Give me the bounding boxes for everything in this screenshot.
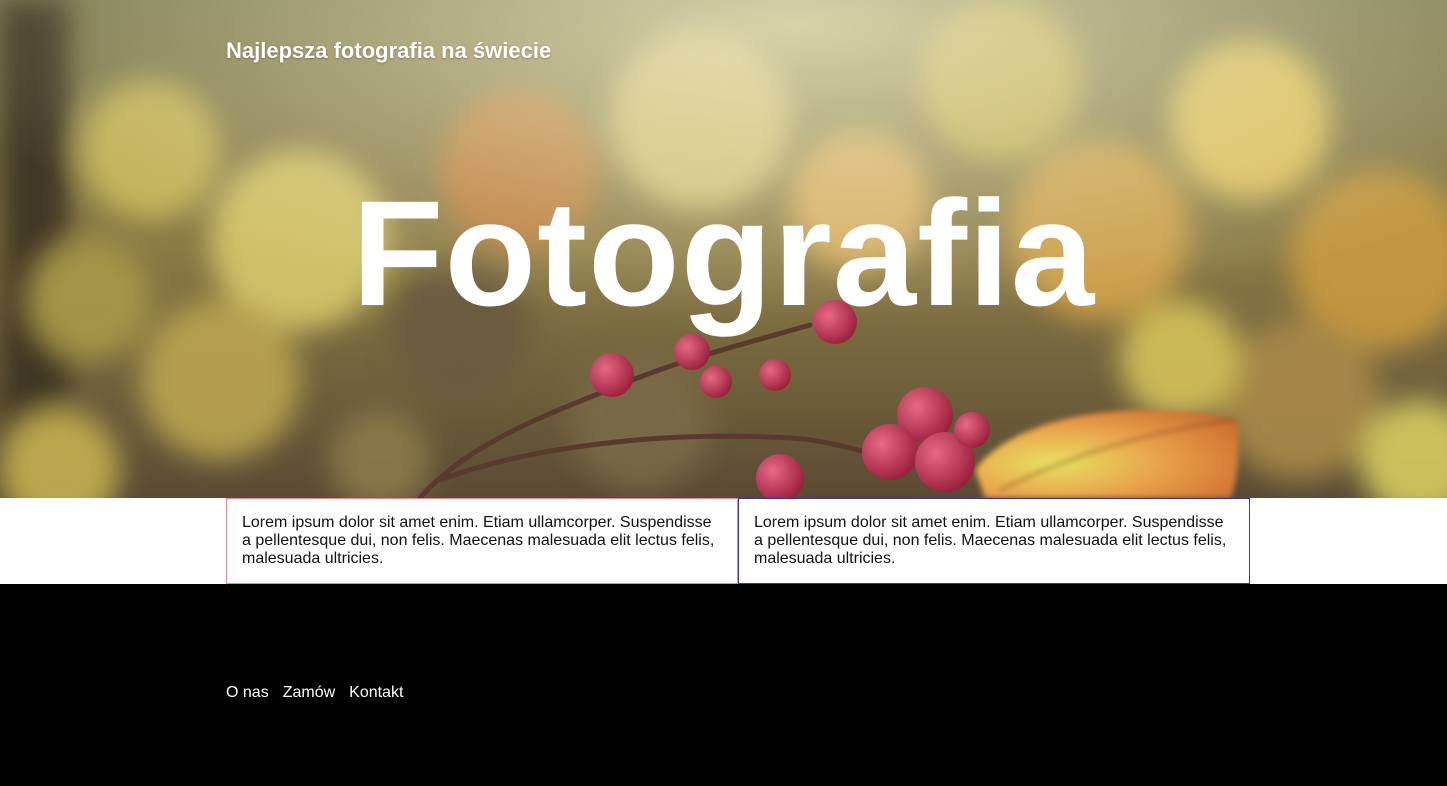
hero-title: Fotografia <box>351 169 1096 337</box>
content-box-right-text: Lorem ipsum dolor sit amet enim. Etiam u… <box>754 514 1227 567</box>
footer-link-zamow[interactable]: Zamów <box>283 684 335 702</box>
footer-link-kontakt[interactable]: Kontakt <box>349 684 403 702</box>
hero-subtitle: Najlepsza fotografia na świecie <box>226 38 552 63</box>
footer-nav: O nas Zamów Kontakt <box>226 684 403 702</box>
content-box-right: Lorem ipsum dolor sit amet enim. Etiam u… <box>738 498 1250 584</box>
content-box-left: Lorem ipsum dolor sit amet enim. Etiam u… <box>226 498 738 584</box>
content-box-left-text: Lorem ipsum dolor sit amet enim. Etiam u… <box>242 514 715 567</box>
footer: O nas Zamów Kontakt <box>0 584 1447 786</box>
content-section: Lorem ipsum dolor sit amet enim. Etiam u… <box>0 498 1447 584</box>
footer-link-o-nas[interactable]: O nas <box>226 684 269 702</box>
hero-section: Najlepsza fotografia na świecie Fotograf… <box>0 0 1447 498</box>
